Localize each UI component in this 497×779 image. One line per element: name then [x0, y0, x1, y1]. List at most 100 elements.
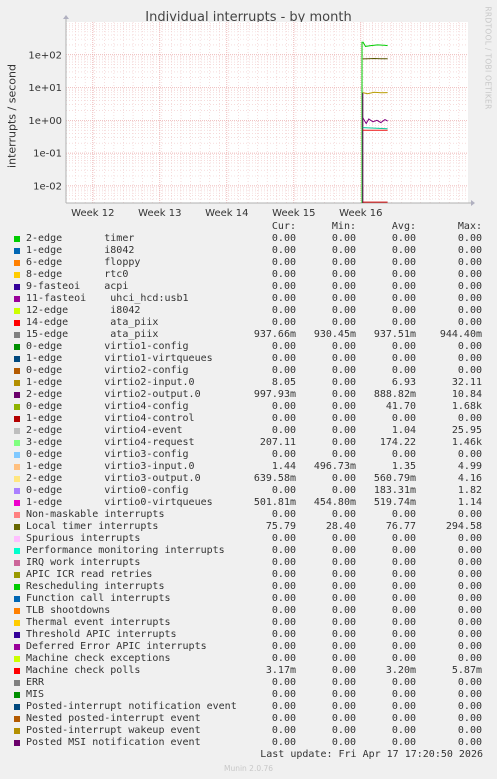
- legend-swatch: [14, 716, 20, 722]
- legend-swatch: [14, 620, 20, 626]
- legend-value-max: 1.68k: [451, 401, 482, 412]
- legend-value-max: 0.00: [457, 257, 482, 268]
- legend-row: 14-edge ata_piix 0.00 0.00 0.00 0.00: [0, 317, 497, 329]
- legend-value-max: 0.00: [457, 701, 482, 712]
- y-tick-label: 1e+02: [28, 50, 62, 61]
- legend-swatch: [14, 608, 20, 614]
- legend-label: 1-edge virtio2-input.0: [26, 377, 195, 388]
- legend-row: 1-edge virtio4-control 0.00 0.00 0.00 0.00: [0, 413, 497, 425]
- legend-label: 1-edge i8042: [26, 245, 135, 256]
- legend-row: Machine check polls 3.17m 0.00 3.20m 5.87m: [0, 665, 497, 677]
- legend-label: Threshold APIC interrupts: [26, 629, 177, 640]
- legend-value-max: 0.00: [457, 629, 482, 640]
- legend-value-max: 5.87m: [451, 665, 482, 676]
- legend-swatch: [14, 260, 20, 266]
- legend-row: 1-edge virtio2-input.0 8.05 0.00 6.93 32.11: [0, 377, 497, 389]
- legend-label: Thermal event interrupts: [26, 617, 171, 628]
- legend-swatch: [14, 464, 20, 470]
- legend-label: MIS: [26, 689, 45, 700]
- legend-label: Machine check polls: [26, 665, 141, 676]
- legend-label: 0-edge virtio3-config: [26, 449, 189, 460]
- legend-label: 0-edge virtio0-config: [26, 485, 189, 496]
- legend-label: APIC ICR read retries: [26, 569, 153, 580]
- legend-label: 1-edge virtio1-virtqueues: [26, 353, 213, 364]
- header-max: Max:: [457, 221, 482, 232]
- legend-swatch: [14, 704, 20, 710]
- legend-swatch: [14, 656, 20, 662]
- legend-label: 3-edge virtio4-request: [26, 437, 195, 448]
- legend-row: TLB shootdowns 0.00 0.00 0.00 0.00: [0, 605, 497, 617]
- legend-row: Function call interrupts 0.00 0.00 0.00 0.00: [0, 593, 497, 605]
- legend-label: 0-edge virtio4-config: [26, 401, 189, 412]
- legend-value-max: 1.14: [457, 497, 482, 508]
- legend-value-max: 0.00: [457, 353, 482, 364]
- legend-swatch: [14, 680, 20, 686]
- legend-swatch: [14, 536, 20, 542]
- legend-swatch: [14, 560, 20, 566]
- legend-value-max: 0.00: [457, 293, 482, 304]
- legend-label: Performance monitoring interrupts: [26, 545, 225, 556]
- legend-swatch: [14, 488, 20, 494]
- legend-row: 9-fasteoi acpi 0.00 0.00 0.00 0.00: [0, 281, 497, 293]
- legend-row: Deferred Error APIC interrupts 0.00 0.00 0.…: [0, 641, 497, 653]
- legend-row: Posted MSI notification event 0.00 0.00 0.0…: [0, 737, 497, 749]
- legend-label: 11-fasteoi uhci_hcd:usb1: [26, 293, 189, 304]
- legend-row: Machine check exceptions 0.00 0.00 0.00 0.00: [0, 653, 497, 665]
- legend-label: Deferred Error APIC interrupts: [26, 641, 207, 652]
- legend-swatch: [14, 404, 20, 410]
- legend-value-max: 0.00: [457, 569, 482, 580]
- legend-swatch: [14, 284, 20, 290]
- legend-value-max: 0.00: [457, 689, 482, 700]
- y-axis-arrow: [63, 15, 69, 19]
- y-tick-label: 1e+00: [28, 116, 62, 127]
- legend-row: 11-fasteoi uhci_hcd:usb1 0.00 0.00 0.00 0.00: [0, 293, 497, 305]
- legend-swatch: [14, 668, 20, 674]
- x-tick-label: Week 16: [339, 208, 382, 219]
- legend-label: Posted-interrupt wakeup event: [26, 725, 201, 736]
- legend-value-max: 0.00: [457, 281, 482, 292]
- legend-label: 2-edge virtio4-event: [26, 425, 183, 436]
- legend-label: 0-edge virtio2-config: [26, 365, 189, 376]
- legend-row: 12-edge i8042 0.00 0.00 0.00 0.00: [0, 305, 497, 317]
- legend-value-max: 0.00: [457, 617, 482, 628]
- legend-label: 2-edge virtio3-output.0: [26, 473, 201, 484]
- legend-value-max: 0.00: [457, 737, 482, 748]
- legend-value-max: 0.00: [457, 305, 482, 316]
- legend-value-max: 4.99: [457, 461, 482, 472]
- legend-value-max: 0.00: [457, 269, 482, 280]
- legend-row: APIC ICR read retries 0.00 0.00 0.00 0.00: [0, 569, 497, 581]
- legend-row: 15-edge ata_piix 937.66m 930.45m 937.51m 944…: [0, 329, 497, 341]
- legend-swatch: [14, 452, 20, 458]
- legend-row: ERR 0.00 0.00 0.00 0.00: [0, 677, 497, 689]
- legend-row: MIS 0.00 0.00 0.00 0.00: [0, 689, 497, 701]
- legend-row: 1-edge virtio1-virtqueues 0.00 0.00 0.00 0.0…: [0, 353, 497, 365]
- legend-label: 12-edge i8042: [26, 305, 141, 316]
- legend-row: Local timer interrupts 75.79 28.40 76.77 294…: [0, 521, 497, 533]
- legend-label: IRQ work interrupts: [26, 557, 141, 568]
- legend-value-max: 0.00: [457, 509, 482, 520]
- legend-label: Machine check exceptions: [26, 653, 171, 664]
- legend-value-max: 1.46k: [451, 437, 482, 448]
- legend-value-max: 294.58: [445, 521, 482, 532]
- legend-label: 8-edge rtc0: [26, 269, 129, 280]
- legend-swatch: [14, 392, 20, 398]
- legend-swatch: [14, 728, 20, 734]
- legend-row: 2-edge timer 0.00 0.00 0.00 0.00: [0, 233, 497, 245]
- legend-value-max: 0.00: [457, 233, 482, 244]
- legend-swatch: [14, 692, 20, 698]
- legend-label: Rescheduling interrupts: [26, 581, 165, 592]
- legend-label: Posted-interrupt notification event: [26, 701, 237, 712]
- legend-label: 1-edge virtio0-virtqueues: [26, 497, 213, 508]
- legend-row: Posted-interrupt notification event 0.00 0…: [0, 701, 497, 713]
- legend-row: Non-maskable interrupts 0.00 0.00 0.00 0.00: [0, 509, 497, 521]
- legend-label: 2-edge timer: [26, 233, 135, 244]
- legend-value-max: 0.00: [457, 341, 482, 352]
- legend-swatch: [14, 644, 20, 650]
- legend-swatch: [14, 524, 20, 530]
- legend-swatch: [14, 296, 20, 302]
- legend-value-max: 0.00: [457, 533, 482, 544]
- legend-row: IRQ work interrupts 0.00 0.00 0.00 0.00: [0, 557, 497, 569]
- legend-value-max: 4.16: [457, 473, 482, 484]
- legend-label: 6-edge floppy: [26, 257, 141, 268]
- plot-area: 1e-02 1e-01 1e+00 1e+01 1e+02 Week 12 Week 13 W…: [28, 15, 475, 219]
